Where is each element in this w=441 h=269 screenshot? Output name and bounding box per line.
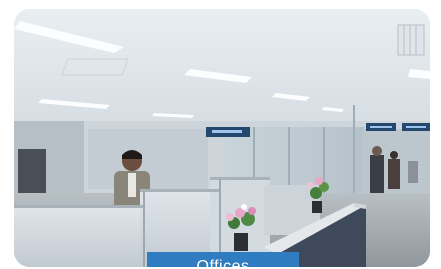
ceiling: [14, 9, 430, 127]
image-card[interactable]: Offices: [14, 9, 430, 267]
ceiling-vent: [397, 24, 425, 56]
caption-label[interactable]: Offices: [147, 252, 299, 267]
office-photo: [14, 9, 430, 267]
